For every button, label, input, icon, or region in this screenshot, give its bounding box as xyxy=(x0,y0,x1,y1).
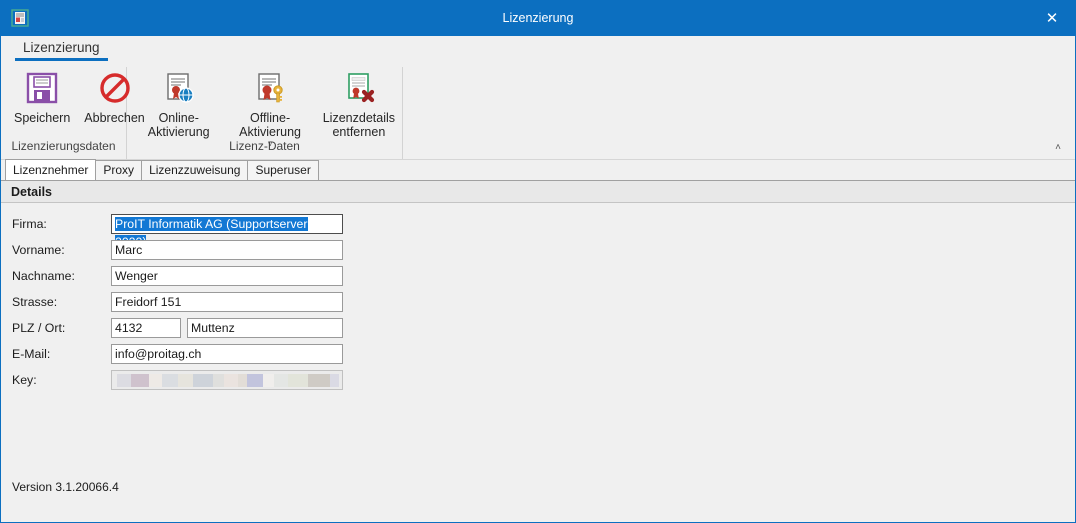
save-floppy-icon xyxy=(22,68,62,108)
tab-lizenzzuweisung[interactable]: Lizenzzuweisung xyxy=(141,160,248,180)
ribbon-group-label-lizenz-daten: Lizenz-Daten xyxy=(127,137,402,153)
form-row-plz-ort: PLZ / Ort: 4132 Muttenz xyxy=(1,315,1075,341)
ribbon: Lizenzierung xyxy=(1,36,1075,160)
ribbon-group-lizenzierungsdaten: Speichern Abbrechen Lizenzierungsdaten xyxy=(1,61,126,159)
vorname-label: Vorname: xyxy=(12,243,111,257)
version-label: Version 3.1.20066.4 xyxy=(12,480,119,494)
form-row-strasse: Strasse: Freidorf 151 xyxy=(1,289,1075,315)
form-row-key: Key: xyxy=(1,367,1075,393)
online-activation-button[interactable]: Online-Aktivierung xyxy=(133,65,224,140)
details-form: Firma: ProIT Informatik AG (Supportserve… xyxy=(1,203,1075,498)
offline-activation-label: Offline-Aktivierung xyxy=(231,111,308,139)
key-input xyxy=(111,370,343,390)
form-row-vorname: Vorname: Marc xyxy=(1,237,1075,263)
email-input[interactable]: info@proitag.ch xyxy=(111,344,343,364)
plz-ort-label: PLZ / Ort: xyxy=(12,321,111,335)
key-label: Key: xyxy=(12,373,111,387)
certificate-globe-icon xyxy=(159,68,199,108)
tab-proxy[interactable]: Proxy xyxy=(95,160,142,180)
tab-strip: Lizenznehmer Proxy Lizenzzuweisung Super… xyxy=(1,160,1075,181)
ribbon-group-label-lizenzierungsdaten: Lizenzierungsdaten xyxy=(1,137,126,153)
tab-lizenznehmer[interactable]: Lizenznehmer xyxy=(5,159,96,180)
close-button[interactable]: ✕ xyxy=(1029,0,1075,36)
tab-superuser[interactable]: Superuser xyxy=(247,160,318,180)
firma-input[interactable]: ProIT Informatik AG (Supportserver 2020) xyxy=(111,214,343,234)
title-bar: Lizenzierung ✕ xyxy=(1,0,1075,36)
remove-license-details-label: Lizenzdetails entfernen xyxy=(323,111,395,139)
ort-input[interactable]: Muttenz xyxy=(187,318,343,338)
form-row-email: E-Mail: info@proitag.ch xyxy=(1,341,1075,367)
certificate-icon xyxy=(9,7,31,29)
collapse-ribbon-button[interactable]: ˄ xyxy=(1047,137,1069,157)
ribbon-group-lizenz-daten: Online-Aktivierung xyxy=(127,61,402,159)
online-activation-label: Online-Aktivierung xyxy=(140,111,217,139)
nachname-input[interactable]: Wenger xyxy=(111,266,343,286)
email-label: E-Mail: xyxy=(12,347,111,361)
vorname-input[interactable]: Marc xyxy=(111,240,343,260)
remove-license-details-button[interactable]: Lizenzdetails entfernen xyxy=(316,65,402,140)
plz-input[interactable]: 4132 xyxy=(111,318,181,338)
ribbon-group-divider-2 xyxy=(402,67,403,159)
ribbon-tab-strip: Lizenzierung xyxy=(1,36,1075,61)
certificate-delete-icon xyxy=(339,68,379,108)
save-button-label: Speichern xyxy=(14,111,70,125)
form-row-nachname: Nachname: Wenger xyxy=(1,263,1075,289)
certificate-key-icon xyxy=(250,68,290,108)
ribbon-tab-lizenzierung[interactable]: Lizenzierung xyxy=(15,38,108,61)
licensing-window: Lizenzierung ✕ Lizenzierung xyxy=(0,0,1076,523)
ribbon-body: Speichern Abbrechen Lizenzierungsdaten xyxy=(1,61,1075,159)
form-row-firma: Firma: ProIT Informatik AG (Supportserve… xyxy=(1,211,1075,237)
details-header: Details xyxy=(1,181,1075,203)
details-header-label: Details xyxy=(11,185,52,199)
strasse-input[interactable]: Freidorf 151 xyxy=(111,292,343,312)
strasse-label: Strasse: xyxy=(12,295,111,309)
key-redacted-mask xyxy=(115,371,339,389)
save-button[interactable]: Speichern xyxy=(7,65,77,126)
firma-label: Firma: xyxy=(12,217,111,231)
window-title: Lizenzierung xyxy=(1,11,1075,25)
nachname-label: Nachname: xyxy=(12,269,111,283)
